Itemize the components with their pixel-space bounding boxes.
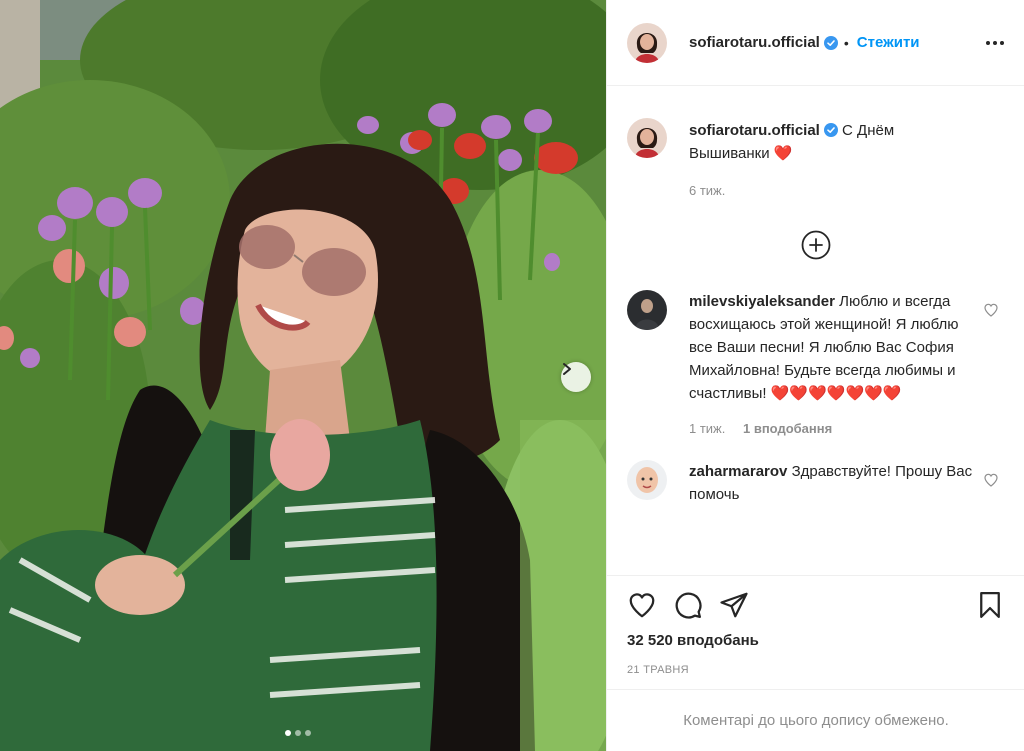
follow-button[interactable]: Стежити (857, 34, 920, 51)
caption-time[interactable]: 6 тиж. (689, 183, 725, 198)
caption-username[interactable]: sofiarotaru.official (689, 122, 820, 139)
commenter-username[interactable]: milevskiyaleksander (689, 293, 835, 310)
carousel-dots (285, 730, 311, 736)
heart-outline-icon[interactable] (983, 302, 999, 318)
comment-likes[interactable]: 1 вподобання (743, 421, 832, 436)
comments-section[interactable]: sofiarotaru.official С Днём Вышиванки ❤️… (607, 87, 1024, 575)
carousel-dot[interactable] (285, 730, 291, 736)
more-options-icon[interactable] (986, 40, 1004, 45)
comments-restricted-notice: Коментарі до цього допису обмежено. (607, 689, 1024, 751)
comment-item: milevskiyaleksander Люблю и всегда восхи… (627, 290, 1005, 440)
commenter-username[interactable]: zaharmararov (689, 463, 787, 480)
bookmark-icon[interactable] (975, 590, 1005, 620)
likes-count[interactable]: 32 520 вподобань (627, 632, 1005, 649)
post-actions: 32 520 вподобань 21 ТРАВНЯ (607, 575, 1024, 689)
plus-circle-icon[interactable] (801, 230, 831, 260)
post-date[interactable]: 21 ТРАВНЯ (627, 664, 1005, 676)
post-header: sofiarotaru.official • Стежити (607, 0, 1024, 86)
load-more-comments[interactable] (627, 230, 1005, 260)
post-details-panel: sofiarotaru.official • Стежити sofiarota… (606, 0, 1024, 751)
author-avatar[interactable] (627, 22, 667, 63)
chevron-right-icon (563, 363, 571, 375)
separator-dot: • (843, 34, 849, 51)
commenter-avatar[interactable] (627, 460, 667, 500)
author-username[interactable]: sofiarotaru.official (689, 34, 820, 51)
author-avatar[interactable] (627, 118, 667, 158)
commenter-avatar[interactable] (627, 290, 667, 330)
heart-outline-icon[interactable] (983, 472, 999, 488)
comment-bubble-icon[interactable] (673, 590, 703, 620)
verified-badge-icon (823, 35, 838, 50)
caption-emoji: ❤️ (773, 145, 793, 162)
photo-illustration (0, 0, 606, 751)
carousel-next-button[interactable] (561, 362, 591, 392)
caption: sofiarotaru.official С Днём Вышиванки ❤️… (627, 118, 1005, 202)
heart-outline-icon[interactable] (627, 590, 657, 620)
comment-emoji: ❤️❤️❤️❤️❤️❤️❤️ (770, 385, 902, 402)
comment-item: zaharmararov Здравствуйте! Прошу Вас пом… (627, 460, 1005, 506)
comment-time[interactable]: 1 тиж. (689, 421, 725, 436)
verified-badge-icon (823, 123, 838, 137)
carousel-dot[interactable] (305, 730, 311, 736)
post-photo[interactable] (0, 0, 606, 751)
carousel-dot[interactable] (295, 730, 301, 736)
paper-plane-icon[interactable] (719, 590, 749, 620)
